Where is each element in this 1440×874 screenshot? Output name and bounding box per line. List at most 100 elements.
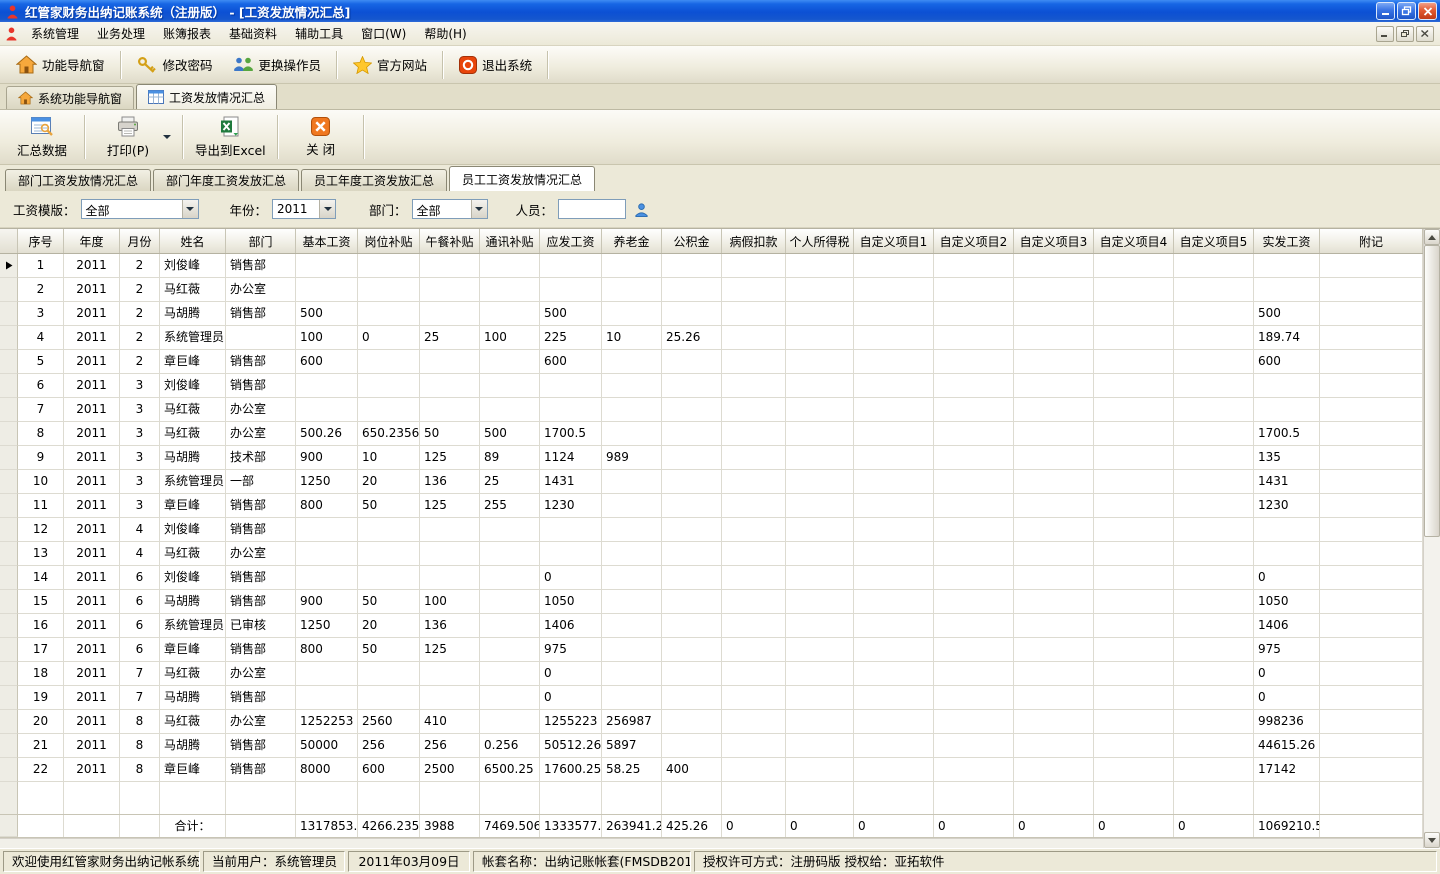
year-dropdown-icon[interactable] — [319, 200, 335, 218]
print-dropdown-icon[interactable] — [163, 131, 171, 143]
column-header[interactable]: 月份 — [120, 229, 160, 253]
report-toolbar-button[interactable]: 导出到Excel — [188, 112, 273, 162]
toolbar-button[interactable]: 修改密码 — [127, 50, 223, 79]
document-tab[interactable]: 系统功能导航窗 — [6, 86, 134, 109]
column-header[interactable]: 部门 — [226, 229, 296, 253]
toolbar-button[interactable]: 官方网站 — [343, 50, 437, 79]
column-header[interactable]: 个人所得税 — [786, 229, 854, 253]
row-selector[interactable] — [0, 278, 18, 302]
column-header[interactable]: 自定义项目3 — [1014, 229, 1094, 253]
toolbar-button[interactable]: 退出系统 — [449, 50, 542, 79]
row-selector[interactable] — [0, 254, 18, 278]
report-tab[interactable]: 部门年度工资发放汇总 — [153, 169, 299, 191]
table-row[interactable]: 920113马胡腾技术部90010125891124989135 — [0, 446, 1423, 470]
mdi-restore-button[interactable] — [1396, 26, 1414, 42]
scroll-down-button[interactable] — [1424, 832, 1440, 848]
table-row[interactable]: 1220114刘俊峰销售部 — [0, 518, 1423, 542]
column-header[interactable]: 养老金 — [602, 229, 662, 253]
table-row[interactable]: 2120118马胡腾销售部500002562560.25650512.26589… — [0, 734, 1423, 758]
vertical-scrollbar[interactable] — [1423, 229, 1440, 848]
toolbar-button[interactable]: 功能导航窗 — [6, 50, 115, 79]
scroll-up-button[interactable] — [1424, 229, 1440, 245]
column-header[interactable]: 应发工资 — [540, 229, 602, 253]
column-header[interactable]: 自定义项目5 — [1174, 229, 1254, 253]
salary-template-dropdown-icon[interactable] — [182, 200, 198, 218]
table-row[interactable]: 1020113系统管理员一部1250201362514311431 — [0, 470, 1423, 494]
table-row[interactable]: 1920117马胡腾销售部00 — [0, 686, 1423, 710]
table-row[interactable]: 820113马红薇办公室500.26650.2356505001700.5170… — [0, 422, 1423, 446]
menu-item[interactable]: 基础资料 — [220, 22, 286, 45]
document-tab[interactable]: 工资发放情况汇总 — [136, 84, 277, 109]
year-select[interactable]: 2011 — [272, 199, 336, 219]
row-selector[interactable] — [0, 326, 18, 350]
menu-item[interactable]: 辅助工具 — [286, 22, 352, 45]
person-input[interactable] — [558, 199, 626, 219]
person-lookup-button[interactable] — [631, 199, 651, 219]
menu-item[interactable]: 系统管理 — [22, 22, 88, 45]
column-header[interactable]: 附记 — [1320, 229, 1423, 253]
table-row[interactable]: 1320114马红薇办公室 — [0, 542, 1423, 566]
column-header[interactable]: 姓名 — [160, 229, 226, 253]
row-selector[interactable] — [0, 470, 18, 494]
column-header[interactable]: 岗位补贴 — [358, 229, 420, 253]
table-row[interactable]: 1720116章巨峰销售部80050125975975 — [0, 638, 1423, 662]
row-selector[interactable] — [0, 614, 18, 638]
table-row[interactable]: 420112系统管理员1000251002251025.26189.74 — [0, 326, 1423, 350]
table-row[interactable]: 320112马胡腾销售部500500500 — [0, 302, 1423, 326]
row-selector[interactable] — [0, 566, 18, 590]
row-selector[interactable] — [0, 398, 18, 422]
table-row[interactable]: 1620116系统管理员已审核12502013614061406 — [0, 614, 1423, 638]
column-header[interactable]: 实发工资 — [1254, 229, 1320, 253]
column-header[interactable]: 基本工资 — [296, 229, 358, 253]
menu-item[interactable]: 帮助(H) — [415, 22, 475, 45]
table-row[interactable]: 120112刘俊峰销售部 — [0, 254, 1423, 278]
table-row[interactable]: 1820117马红薇办公室00 — [0, 662, 1423, 686]
row-selector[interactable] — [0, 686, 18, 710]
report-tab[interactable]: 员工年度工资发放汇总 — [301, 169, 447, 191]
scrollbar-track[interactable] — [1424, 245, 1440, 832]
menu-item[interactable]: 业务处理 — [88, 22, 154, 45]
row-selector[interactable] — [0, 710, 18, 734]
report-toolbar-button[interactable]: 关 闭 — [283, 112, 359, 162]
toolbar-button[interactable]: 更换操作员 — [223, 50, 332, 79]
row-selector[interactable] — [0, 350, 18, 374]
mdi-minimize-button[interactable] — [1376, 26, 1394, 42]
report-toolbar-button[interactable]: 汇总数据 — [4, 112, 80, 162]
minimize-button[interactable] — [1376, 2, 1395, 20]
column-header[interactable]: 自定义项目1 — [854, 229, 934, 253]
row-selector[interactable] — [0, 302, 18, 326]
column-header[interactable]: 病假扣款 — [722, 229, 786, 253]
table-row[interactable]: 1420116刘俊峰销售部00 — [0, 566, 1423, 590]
table-row[interactable]: 520112章巨峰销售部600600600 — [0, 350, 1423, 374]
column-header[interactable]: 年度 — [64, 229, 120, 253]
scrollbar-thumb[interactable] — [1424, 245, 1440, 537]
menu-item[interactable]: 账簿报表 — [154, 22, 220, 45]
row-selector[interactable] — [0, 542, 18, 566]
salary-template-select[interactable]: 全部 — [81, 199, 199, 219]
table-row[interactable]: 1120113章巨峰销售部8005012525512301230 — [0, 494, 1423, 518]
table-row[interactable]: 620113刘俊峰销售部 — [0, 374, 1423, 398]
row-selector[interactable] — [0, 446, 18, 470]
row-selector[interactable] — [0, 758, 18, 782]
column-header[interactable]: 通讯补贴 — [480, 229, 540, 253]
table-row[interactable]: 220112马红薇办公室 — [0, 278, 1423, 302]
restore-button[interactable] — [1397, 2, 1416, 20]
column-header[interactable]: 自定义项目4 — [1094, 229, 1174, 253]
row-selector[interactable] — [0, 374, 18, 398]
table-row[interactable]: 1520116马胡腾销售部9005010010501050 — [0, 590, 1423, 614]
column-header[interactable]: 午餐补贴 — [420, 229, 480, 253]
department-select[interactable]: 全部 — [412, 199, 488, 219]
row-selector[interactable] — [0, 662, 18, 686]
row-selector[interactable] — [0, 638, 18, 662]
menu-item[interactable]: 窗口(W) — [352, 22, 415, 45]
row-selector[interactable] — [0, 518, 18, 542]
report-tab[interactable]: 部门工资发放情况汇总 — [5, 169, 151, 191]
close-button[interactable] — [1418, 2, 1437, 20]
column-header[interactable]: 公积金 — [662, 229, 722, 253]
row-selector[interactable] — [0, 494, 18, 518]
department-dropdown-icon[interactable] — [471, 200, 487, 218]
column-header[interactable]: 自定义项目2 — [934, 229, 1014, 253]
table-row[interactable]: 2220118章巨峰销售部800060025006500.2517600.255… — [0, 758, 1423, 782]
report-tab[interactable]: 员工工资发放情况汇总 — [449, 166, 595, 191]
row-selector[interactable] — [0, 734, 18, 758]
